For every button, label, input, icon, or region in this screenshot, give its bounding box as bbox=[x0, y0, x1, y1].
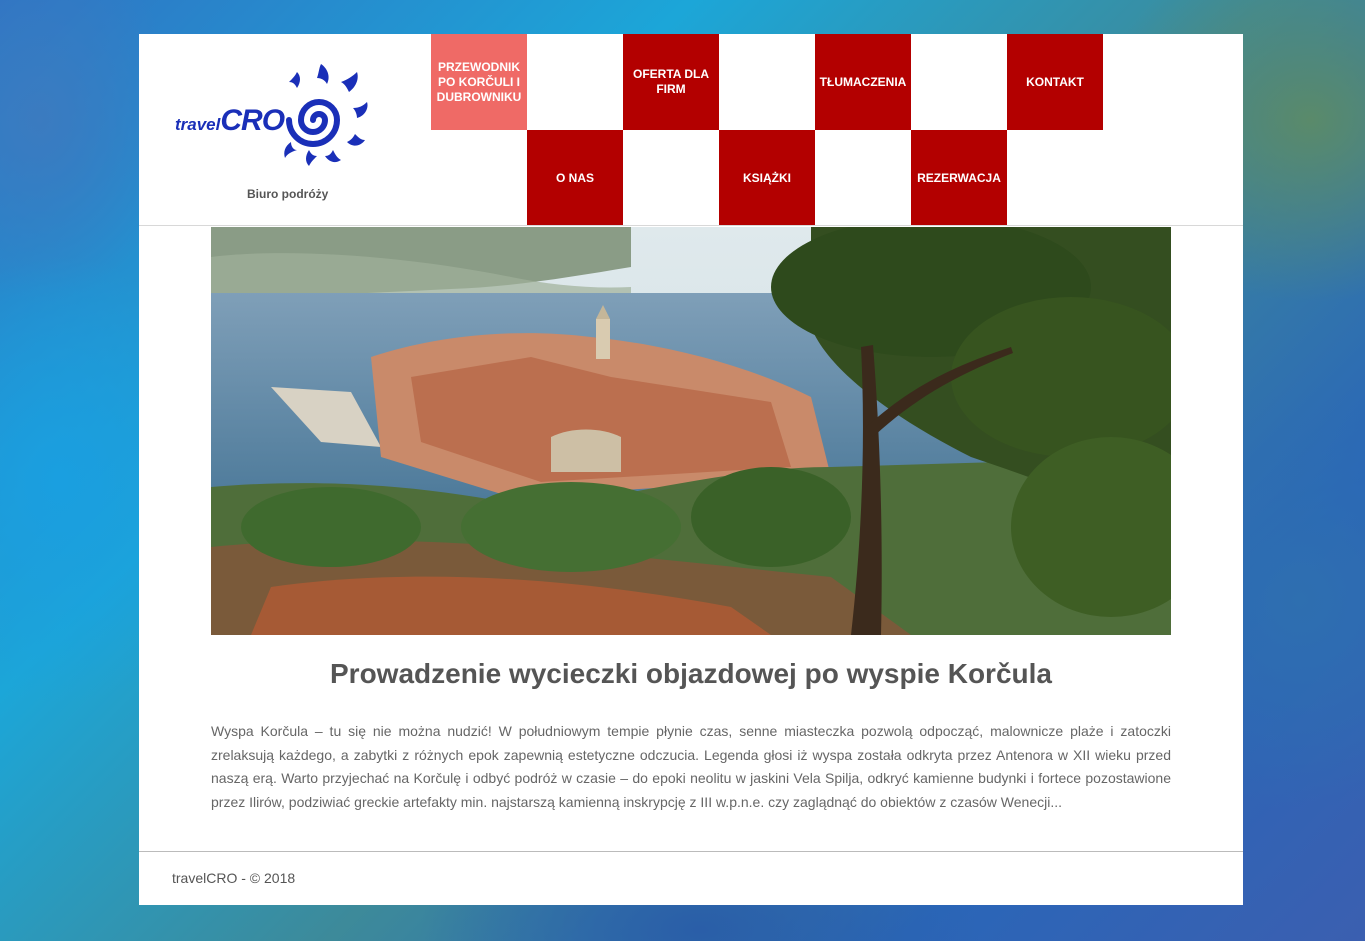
site-header: travelCRO Biuro podróży PRZEWODNIK PO KO… bbox=[139, 34, 1243, 226]
page-container: travelCRO Biuro podróży PRZEWODNIK PO KO… bbox=[139, 34, 1243, 905]
sun-spiral-icon bbox=[284, 64, 368, 166]
nav-item-rezerwacja[interactable]: REZERWACJA bbox=[911, 130, 1007, 226]
footer-copyright: travelCRO - © 2018 bbox=[172, 870, 296, 886]
logo[interactable]: travelCRO bbox=[175, 62, 375, 172]
nav-item-oferta-dla-firm[interactable]: OFERTA DLA FIRM bbox=[623, 34, 719, 130]
nav-item-kontakt[interactable]: KONTAKT bbox=[1007, 34, 1103, 130]
nav-item-tlumaczenia[interactable]: TŁUMACZENIA bbox=[815, 34, 911, 130]
nav-item-przewodnik[interactable]: PRZEWODNIK PO KORČULI I DUBROWNIKU bbox=[431, 34, 527, 130]
nav-item-ksiazki[interactable]: KSIĄŻKI bbox=[719, 130, 815, 226]
korcula-landscape-image bbox=[211, 227, 1171, 635]
footer-divider bbox=[139, 851, 1243, 852]
page-title: Prowadzenie wycieczki objazdowej po wysp… bbox=[330, 658, 1052, 689]
intro-paragraph: Wyspa Korčula – tu się nie można nudzić!… bbox=[211, 723, 1171, 810]
nav-item-o-nas[interactable]: O NAS bbox=[527, 130, 623, 226]
header-divider bbox=[139, 225, 1243, 226]
tagline: Biuro podróży bbox=[247, 187, 329, 201]
hero-image bbox=[211, 227, 1171, 635]
